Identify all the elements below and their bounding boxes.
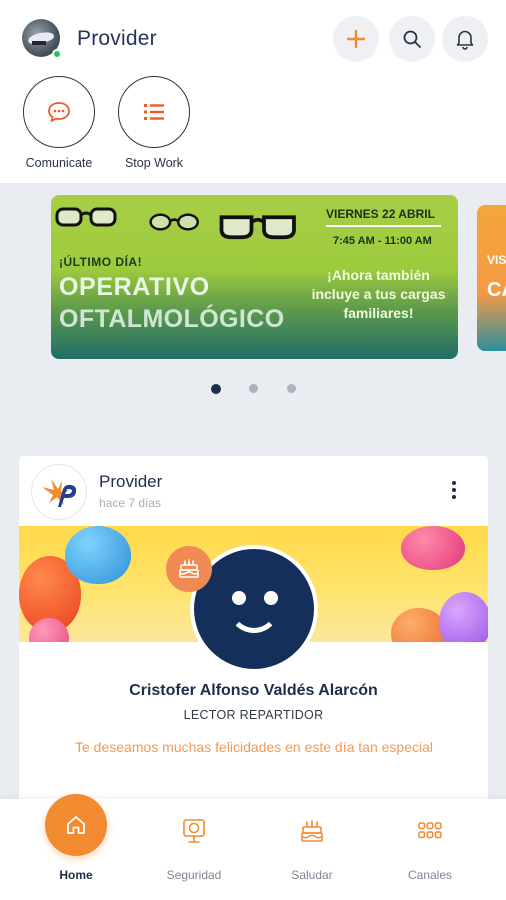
carousel-banner-operativo[interactable]: ¡ÚLTIMO DÍA! OPERATIVO OFTALMOLÓGICO VIE… (51, 195, 458, 359)
provider-logo (31, 464, 87, 520)
more-options-button[interactable] (444, 478, 464, 506)
quick-action-comunicate[interactable]: Comunicate (19, 76, 99, 170)
nav-label: Home (59, 868, 93, 882)
balloon-decoration (439, 592, 488, 642)
notifications-button[interactable] (442, 16, 488, 62)
search-icon (403, 30, 421, 48)
home-active-bubble[interactable] (45, 794, 107, 856)
next-banner-text: CA (487, 279, 506, 301)
next-banner-text: VIS (487, 253, 506, 267)
carousel-dot[interactable] (249, 384, 258, 393)
online-status-dot (52, 49, 62, 59)
banner-date: VIERNES 22 ABRIL (326, 207, 435, 221)
quick-action-label: Comunicate (25, 156, 93, 170)
banner-promo: ¡Ahora también incluye a tus cargas fami… (311, 267, 446, 321)
birthday-badge (166, 546, 212, 592)
glasses-illustration (149, 213, 199, 231)
banner-headline-2: OFTALMOLÓGICO (59, 305, 285, 333)
bell-icon (456, 30, 474, 50)
birthday-post-card: Provider hace 7 días Cristofer Alfonso V… (19, 456, 488, 816)
birthday-message: Te deseamos muchas felicidades en este d… (75, 739, 433, 755)
nav-label: Seguridad (166, 868, 222, 882)
nav-label: Saludar (291, 868, 333, 882)
home-icon (67, 816, 85, 834)
balloon-decoration (401, 526, 465, 570)
grid-icon (418, 822, 442, 839)
quick-action-ring[interactable] (23, 76, 95, 148)
safety-sign-icon (183, 819, 205, 843)
more-vertical-icon (452, 481, 456, 485)
glasses-illustration (219, 215, 296, 240)
cake-icon (179, 559, 199, 578)
banner-last-day: ¡ÚLTIMO DÍA! (59, 255, 143, 269)
nav-canales[interactable]: Canales (380, 799, 480, 900)
carousel-banner-next[interactable]: VIS CA (477, 205, 506, 351)
nav-saludar[interactable]: Saludar (262, 799, 362, 900)
chat-bubble-icon (48, 102, 70, 122)
plus-icon (346, 29, 366, 49)
app-title: Provider (77, 27, 157, 50)
quick-action-stop-work[interactable]: Stop Work (114, 76, 194, 170)
cake-icon (301, 820, 323, 842)
post-author: Provider (99, 472, 163, 491)
add-button[interactable] (333, 16, 379, 62)
search-button[interactable] (389, 16, 435, 62)
nav-label: Canales (407, 868, 453, 882)
banner-headline-1: OPERATIVO (59, 273, 210, 301)
bottom-navigation: Home Seguridad Saludar Canales (0, 794, 506, 900)
glasses-illustration (55, 207, 117, 227)
carousel-indicators (0, 384, 506, 394)
nav-home[interactable]: Home (26, 794, 126, 900)
carousel-dot-active[interactable] (211, 384, 221, 394)
birthday-person-role: LECTOR REPARTIDOR (183, 708, 324, 722)
banner-time: 7:45 AM - 11:00 AM (333, 235, 432, 247)
banner-divider (326, 225, 441, 227)
carousel-dot[interactable] (287, 384, 296, 393)
list-icon (144, 104, 164, 120)
nav-seguridad[interactable]: Seguridad (144, 799, 244, 900)
post-timestamp: hace 7 días (99, 496, 162, 510)
quick-action-label: Stop Work (124, 156, 184, 170)
birthday-person-name: Cristofer Alfonso Valdés Alarcón (129, 682, 378, 699)
quick-action-ring[interactable] (118, 76, 190, 148)
app-header: Provider Comunicate Stop Work (0, 0, 506, 183)
balloon-decoration (65, 526, 131, 584)
